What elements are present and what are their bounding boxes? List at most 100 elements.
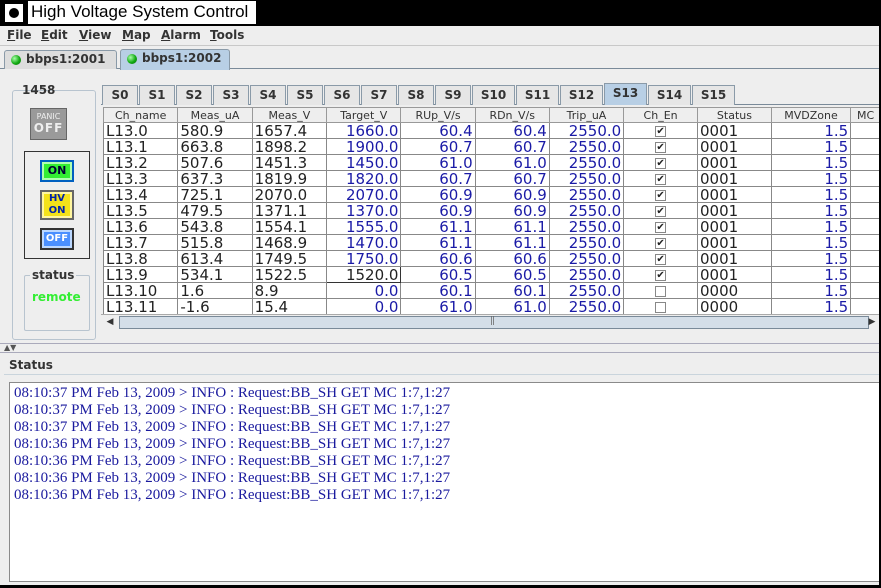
table-cell[interactable]: 2550.0 [548,138,625,155]
table-cell[interactable]: 1.5 [770,186,852,203]
table-cell[interactable]: 0001 [696,186,772,203]
table-row[interactable]: L13.3 637.3 1819.9 1820.0 60.7 60.7 2550.0 ✔ 000… [102,170,881,187]
ch-en-cell[interactable]: ✔ [623,234,698,251]
menu-tools[interactable]: Tools [210,27,244,44]
table-cell[interactable]: 1.5 [770,234,852,251]
table-cell[interactable]: L13.10 [102,282,179,299]
table-cell[interactable]: 61.1 [474,234,550,251]
table-cell[interactable]: 1.5 [770,250,852,267]
table-cell[interactable]: 60.9 [474,202,550,219]
table-cell[interactable]: 2550.0 [548,154,625,171]
table-cell[interactable]: 0.0 [326,282,402,299]
hv-on-button[interactable]: HV ON [40,190,74,220]
tab-slot-s10[interactable]: S10 [472,85,515,105]
collapse-arrows-icon[interactable]: ▲▼ [4,343,16,352]
checked-checkbox[interactable]: ✔ [655,269,667,281]
table-cell[interactable]: 1749.5 [251,250,328,267]
table-cell[interactable]: 60.6 [474,250,550,267]
column-header[interactable]: Trip_uA [548,107,625,123]
table-cell[interactable] [850,250,881,267]
table-cell[interactable]: 0001 [696,266,772,283]
ch-en-cell[interactable]: ✔ [623,266,698,283]
column-header[interactable]: Target_V [326,107,402,123]
table-cell[interactable]: 613.4 [177,250,253,267]
table-cell[interactable] [850,186,881,203]
unchecked-checkbox[interactable] [655,301,667,313]
table-cell[interactable]: 0.0 [326,298,402,315]
table-cell[interactable]: 61.1 [474,218,550,235]
table-cell[interactable]: 0001 [696,154,772,171]
table-cell[interactable]: 534.1 [177,266,253,283]
table-cell[interactable]: 60.4 [474,122,550,139]
menu-edit[interactable]: Edit [41,27,68,44]
table-cell[interactable]: 2550.0 [548,218,625,235]
checked-checkbox[interactable]: ✔ [655,125,667,137]
table-cell[interactable]: 15.4 [251,298,328,315]
ch-en-cell[interactable]: ✔ [623,138,698,155]
table-cell[interactable]: 1522.5 [251,266,328,283]
table-cell[interactable]: 1.5 [770,282,852,299]
tab-slot-s2[interactable]: S2 [176,85,212,105]
tab-slot-s8[interactable]: S8 [398,85,434,105]
tab-slot-s11[interactable]: S11 [516,85,559,105]
scroll-left-icon[interactable]: ◀ [103,316,117,330]
panic-off-button[interactable]: PANIC OFF [30,108,67,140]
table-cell[interactable]: 2550.0 [548,170,625,187]
table-cell[interactable]: 1370.0 [326,202,402,219]
ch-en-cell[interactable]: ✔ [623,202,698,219]
menu-view[interactable]: View [79,27,111,44]
table-cell[interactable] [850,154,881,171]
tab-server-2002[interactable]: bbps1:2002 [120,49,230,70]
table-cell[interactable]: 60.9 [400,202,476,219]
table-cell[interactable]: 2550.0 [548,234,625,251]
table-cell[interactable]: 1819.9 [251,170,328,187]
table-cell[interactable]: 2550.0 [548,186,625,203]
table-cell[interactable]: 580.9 [177,122,253,139]
table-cell[interactable]: 1.5 [770,122,852,139]
table-cell[interactable]: 0000 [696,298,772,315]
table-cell[interactable]: L13.1 [102,138,179,155]
column-header[interactable]: RUp_V/s [400,107,476,123]
table-cell[interactable]: 1470.0 [326,234,402,251]
table-cell[interactable]: 479.5 [177,202,253,219]
table-cell[interactable]: 0001 [696,202,772,219]
table-cell[interactable]: 507.6 [177,154,253,171]
table-cell[interactable]: 1.5 [770,298,852,315]
table-cell[interactable]: 1.5 [770,266,852,283]
table-cell[interactable] [850,266,881,283]
ch-en-cell[interactable] [623,298,698,315]
table-cell[interactable]: 663.8 [177,138,253,155]
table-cell[interactable]: 60.4 [400,122,476,139]
table-cell[interactable] [850,282,881,299]
table-row[interactable]: L13.11 -1.6 15.4 0.0 61.0 61.0 2550.0 0000 1.5 [102,298,881,315]
table-cell[interactable]: 60.7 [400,138,476,155]
table-cell[interactable]: 2070.0 [251,186,328,203]
table-cell[interactable]: 1898.2 [251,138,328,155]
checked-checkbox[interactable]: ✔ [655,253,667,265]
table-cell[interactable]: 60.9 [474,186,550,203]
table-cell[interactable]: L13.0 [102,122,179,139]
ch-en-cell[interactable]: ✔ [623,250,698,267]
table-cell[interactable]: 2550.0 [548,250,625,267]
tab-slot-s12[interactable]: S12 [560,85,603,105]
table-cell[interactable]: 0001 [696,218,772,235]
column-header[interactable]: MVDZone [770,107,852,123]
checked-checkbox[interactable]: ✔ [655,157,667,169]
scroll-right-icon[interactable]: ▶ [865,316,879,330]
table-row[interactable]: L13.2 507.6 1451.3 1450.0 61.0 61.0 2550.0 ✔ 000… [102,154,881,171]
ch-en-cell[interactable]: ✔ [623,218,698,235]
table-cell[interactable]: 1.5 [770,154,852,171]
table-cell[interactable]: 1371.1 [251,202,328,219]
table-cell[interactable]: 0001 [696,234,772,251]
table-cell[interactable]: 60.1 [474,282,550,299]
unchecked-checkbox[interactable] [655,285,667,297]
table-cell[interactable]: 61.0 [400,154,476,171]
table-cell[interactable] [850,170,881,187]
tab-slot-s7[interactable]: S7 [361,85,397,105]
menu-map[interactable]: Map [122,27,151,44]
table-cell[interactable]: 2550.0 [548,202,625,219]
tab-slot-s14[interactable]: S14 [648,85,691,105]
tab-slot-s0[interactable]: S0 [102,85,138,105]
table-cell[interactable]: L13.8 [102,250,179,267]
table-cell[interactable]: 1750.0 [326,250,402,267]
